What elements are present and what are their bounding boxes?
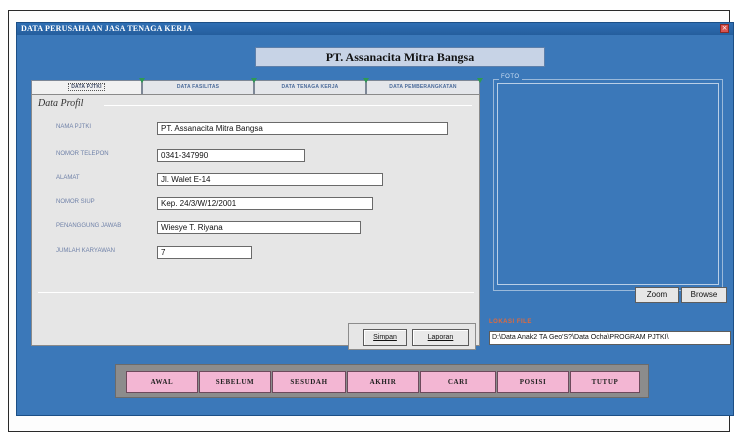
lokasi-file-field[interactable]: D:\Data Anak2 TA Geo'S?\Data Ocha\PROGRA… [489,331,731,345]
cari-button[interactable]: CARI [420,371,496,393]
tab-label: DATA PEMBERANGKATAN [389,84,457,90]
profile-panel: Data Profil NAMA PJTKI PT. Assanacita Mi… [31,94,480,350]
tab-data-tenaga-kerja[interactable]: DATA TENAGA KERJA [254,80,366,94]
tab-data-pemberangkatan[interactable]: DATA PEMBERANGKATAN [366,80,480,94]
nomor-telepon-field[interactable]: 0341-347990 [157,149,305,162]
tutup-button[interactable]: TUTUP [570,371,640,393]
jumlah-karyawan-field[interactable]: 7 [157,246,252,259]
sebelum-button[interactable]: SEBELUM [199,371,271,393]
laporan-button[interactable]: Laporan [412,329,469,346]
awal-button[interactable]: AWAL [126,371,198,393]
section-title: Data Profil [38,98,84,109]
panel-divider [38,292,474,293]
simpan-button[interactable]: Simpan [363,329,407,346]
tab-data-pjtki[interactable]: DATA PJTKI [31,80,142,94]
tab-label: DATA FASILITAS [176,84,220,90]
window-title: DATA PERUSAHAAN JASA TENAGA KERJA [21,24,193,33]
section-divider [104,105,472,106]
close-button[interactable]: × [720,24,729,33]
field-label: NAMA PJTKI [56,124,92,130]
posisi-button[interactable]: POSISI [497,371,569,393]
photo-preview [497,83,719,285]
tab-label: DATA TENAGA KERJA [281,84,339,90]
tab-marker-icon [139,78,145,83]
alamat-field[interactable]: Jl. Walet E-14 [157,173,383,186]
field-label: NOMOR SIUP [56,199,95,205]
browse-button[interactable]: Browse [681,287,727,303]
action-button-group: Simpan Laporan [348,323,476,350]
company-name-banner: PT. Assanacita Mitra Bangsa [255,47,545,67]
tab-label: DATA PJTKI [68,83,105,91]
tab-marker-icon [251,78,257,83]
tab-data-fasilitas[interactable]: DATA FASILITAS [142,80,254,94]
field-label: ALAMAT [56,175,80,181]
sesudah-button[interactable]: SESUDAH [272,371,346,393]
field-label: PENANGGUNG JAWAB [56,223,122,229]
lokasi-file-label: LOKASI FILE [489,319,532,325]
zoom-button[interactable]: Zoom [635,287,679,303]
title-bar[interactable]: DATA PERUSAHAAN JASA TENAGA KERJA × [17,23,733,35]
field-label: NOMOR TELEPON [56,151,109,157]
tab-marker-icon [363,78,369,83]
photo-label: FOTO [499,74,522,80]
main-window: DATA PERUSAHAAN JASA TENAGA KERJA × PT. … [16,22,734,416]
field-label: JUMLAH KARYAWAN [56,248,116,254]
penanggung-jawab-field[interactable]: Wiesye T. Riyana [157,221,361,234]
tab-marker-icon [477,78,483,83]
nomor-siup-field[interactable]: Kep. 24/3/W/12/2001 [157,197,373,210]
close-icon: × [721,24,728,32]
nama-pjtki-field[interactable]: PT. Assanacita Mitra Bangsa [157,122,448,135]
navigation-bar: AWAL SEBELUM SESUDAH AKHIR CARI POSISI T… [115,364,649,398]
akhir-button[interactable]: AKHIR [347,371,419,393]
